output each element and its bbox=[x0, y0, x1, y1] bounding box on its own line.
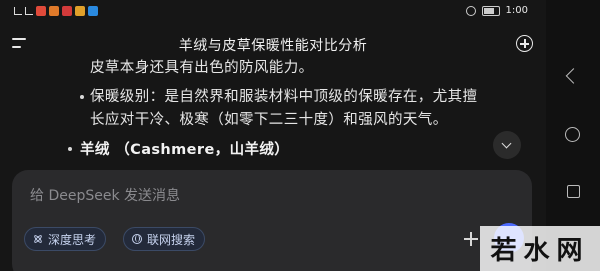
bullet-dot bbox=[80, 95, 84, 99]
bullet-dot bbox=[68, 147, 72, 151]
notification-app-icon bbox=[62, 6, 72, 16]
notification-app-icon bbox=[36, 6, 46, 16]
message-line: 皮草本身还具有出色的防风能力。 bbox=[90, 60, 314, 76]
back-icon[interactable] bbox=[567, 69, 576, 81]
notification-app-icon bbox=[88, 6, 98, 16]
wifi-icon bbox=[25, 7, 33, 15]
status-icons-right: 1:00 bbox=[465, 5, 528, 16]
new-chat-icon[interactable] bbox=[516, 35, 533, 52]
recent-apps-icon[interactable] bbox=[567, 185, 580, 198]
status-bar: 1:00 bbox=[0, 0, 540, 24]
app-screen: 1:00 羊绒与皮草保暖性能对比分析 皮草本身还具有出色的防风能力。 保暖级别：… bbox=[0, 0, 600, 271]
warmth-level-text: 是自然界和服装材料中顶级的保暖存在，尤其擅 bbox=[164, 89, 478, 105]
deep-think-label: 深度思考 bbox=[48, 232, 97, 247]
globe-icon bbox=[132, 234, 142, 244]
message-composer: 深度思考 联网搜索 bbox=[12, 170, 532, 271]
web-search-button[interactable]: 联网搜索 bbox=[123, 227, 206, 251]
status-icons-left bbox=[14, 6, 98, 16]
message-line: 保暖级别：是自然界和服装材料中顶级的保暖存在，尤其擅 bbox=[90, 85, 477, 106]
signal-icon bbox=[14, 7, 22, 15]
chat-title: 羊绒与皮草保暖性能对比分析 bbox=[178, 38, 368, 54]
message-content: 皮草本身还具有出色的防风能力。 保暖级别：是自然界和服装材料中顶级的保暖存在，尤… bbox=[0, 58, 546, 170]
status-time: 1:00 bbox=[505, 5, 528, 16]
heading-cn: 羊绒 bbox=[80, 142, 110, 158]
atom-icon bbox=[33, 234, 43, 244]
section-heading: 羊绒 （Cashmere，山羊绒） bbox=[80, 138, 289, 159]
attach-plus-icon[interactable] bbox=[464, 232, 478, 246]
message-input[interactable] bbox=[30, 186, 430, 206]
notification-app-icon bbox=[49, 6, 59, 16]
home-icon[interactable] bbox=[565, 127, 580, 142]
site-watermark: 若水网 bbox=[480, 226, 600, 271]
alarm-icon bbox=[465, 5, 476, 16]
web-search-label: 联网搜索 bbox=[147, 232, 196, 247]
warmth-level-label: 保暖级别： bbox=[90, 89, 165, 105]
message-line: 长应对干冷、极寒（如零下二三十度）和强风的天气。 bbox=[90, 112, 448, 128]
deep-think-button[interactable]: 深度思考 bbox=[24, 227, 107, 251]
scroll-to-bottom-button[interactable] bbox=[493, 131, 521, 159]
app-header: 羊绒与皮草保暖性能对比分析 bbox=[0, 28, 546, 60]
notification-app-icon bbox=[75, 6, 85, 16]
heading-en: （Cashmere，山羊绒） bbox=[115, 142, 290, 158]
battery-icon bbox=[481, 5, 500, 16]
